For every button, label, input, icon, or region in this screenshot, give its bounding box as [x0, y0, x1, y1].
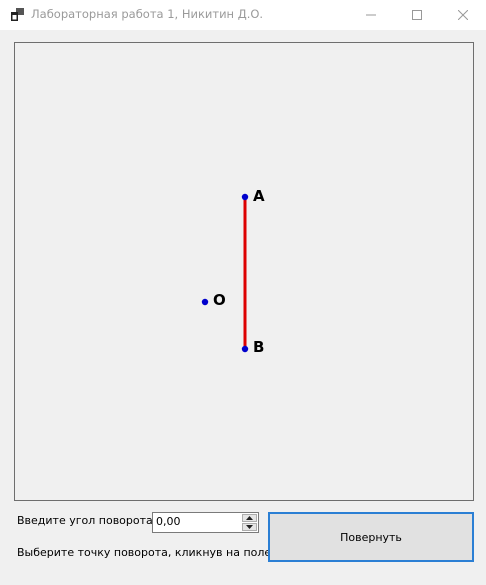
maximize-button[interactable]	[394, 0, 440, 30]
drawing-surface[interactable]: A B O	[15, 43, 473, 500]
drawing-canvas[interactable]: A B O	[14, 42, 474, 501]
point-o-label: O	[213, 291, 226, 309]
rotate-button[interactable]: Повернуть	[268, 512, 474, 562]
point-a-label: A	[253, 187, 265, 205]
point-a-marker	[241, 193, 249, 201]
window-title: Лабораторная работа 1, Никитин Д.О.	[31, 7, 264, 21]
maximize-icon	[412, 10, 422, 20]
spin-up-button[interactable]	[242, 514, 257, 522]
spin-buttons	[242, 514, 257, 531]
app-window: Лабораторная работа 1, Никитин Д.О. A B	[0, 0, 486, 585]
chevron-down-icon	[246, 525, 253, 529]
rotation-point-hint: Выберите точку поворота, кликнув на поле	[17, 546, 272, 559]
angle-label: Введите угол поворота	[17, 514, 153, 527]
app-icon	[11, 8, 24, 21]
chevron-up-icon	[246, 516, 253, 520]
title-bar[interactable]: Лабораторная работа 1, Никитин Д.О.	[0, 0, 486, 30]
point-o-marker	[201, 298, 209, 306]
angle-stepper[interactable]: 0,00	[152, 512, 259, 533]
rotate-button-label: Повернуть	[340, 530, 402, 544]
point-b-marker	[241, 345, 249, 353]
minimize-button[interactable]	[348, 0, 394, 30]
spin-down-button[interactable]	[242, 523, 257, 531]
close-button[interactable]	[440, 0, 486, 30]
point-b-label: B	[253, 338, 264, 356]
angle-value[interactable]: 0,00	[156, 515, 181, 528]
minimize-icon	[366, 14, 376, 16]
close-icon	[458, 10, 468, 20]
